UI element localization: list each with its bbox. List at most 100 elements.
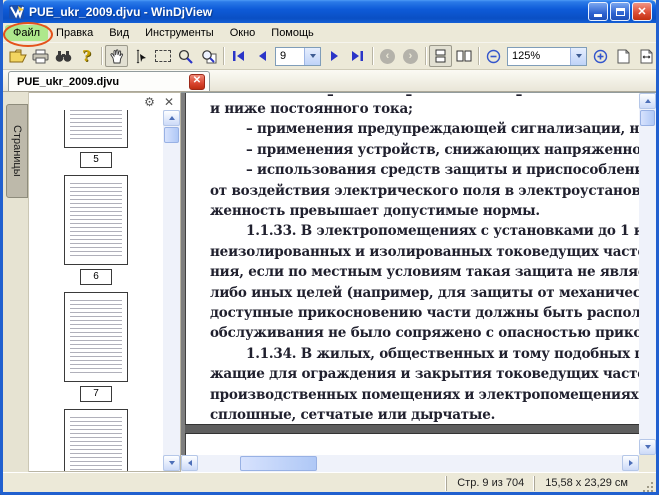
fit-width-icon bbox=[640, 49, 653, 63]
tab-close-button[interactable]: ✕ bbox=[189, 73, 205, 90]
thumbnails-panel: ⚙ ✕ 5678 bbox=[29, 92, 181, 472]
select-rect-button[interactable] bbox=[151, 45, 174, 67]
zoom-in-icon bbox=[593, 49, 608, 63]
printer-icon bbox=[32, 49, 49, 63]
thumbnail-list: 5678 bbox=[29, 110, 163, 471]
magnifier-icon bbox=[178, 49, 193, 64]
fit-width-button[interactable] bbox=[635, 45, 656, 67]
document-tab-bar: PUE_ukr_2009.djvu ✕ bbox=[3, 70, 656, 92]
minimize-button[interactable] bbox=[588, 2, 608, 21]
print-button[interactable] bbox=[29, 45, 52, 67]
magnifier-page-icon bbox=[201, 49, 216, 63]
scrollbar-corner bbox=[639, 455, 656, 472]
page-thumbnail-8[interactable] bbox=[64, 409, 128, 471]
scrollbar-thumb[interactable] bbox=[240, 456, 317, 471]
document-text-line: 1.1.34. В жилых, общественных и тому под… bbox=[246, 345, 639, 362]
sidebar-scrollbar[interactable] bbox=[163, 110, 180, 471]
prev-page-button[interactable] bbox=[250, 45, 273, 67]
page-separator bbox=[185, 424, 639, 434]
menu-item-инструменты[interactable]: Инструменты bbox=[137, 25, 222, 41]
scroll-up-button[interactable] bbox=[639, 93, 656, 109]
page-number-label[interactable]: 5 bbox=[80, 152, 112, 168]
page-number-combo[interactable]: 9 bbox=[275, 46, 321, 66]
scroll-right-button[interactable] bbox=[622, 455, 639, 471]
sidebar-tab-pages[interactable]: Страницы bbox=[6, 104, 28, 198]
arrow-up-icon bbox=[644, 99, 651, 103]
document-tab[interactable]: PUE_ukr_2009.djvu ✕ bbox=[8, 71, 210, 91]
document-horizontal-scrollbar[interactable] bbox=[181, 455, 639, 472]
arrow-down-icon bbox=[168, 461, 175, 465]
scroll-left-button[interactable] bbox=[181, 455, 198, 471]
scrollbar-track[interactable] bbox=[317, 455, 622, 472]
document-tab-label: PUE_ukr_2009.djvu bbox=[17, 75, 120, 88]
scrollbar-track[interactable] bbox=[198, 455, 240, 472]
arrow-right-icon bbox=[628, 460, 633, 466]
scrollbar-thumb[interactable] bbox=[164, 127, 179, 143]
forward-button[interactable]: › bbox=[399, 45, 422, 67]
panel-close-icon[interactable]: ✕ bbox=[164, 96, 174, 108]
page-number-label[interactable]: 7 bbox=[80, 386, 112, 402]
close-button[interactable]: ✕ bbox=[632, 2, 652, 21]
zoom-tool-button[interactable] bbox=[174, 45, 197, 67]
back-button[interactable]: ‹ bbox=[376, 45, 399, 67]
zoom-in-button[interactable] bbox=[589, 45, 612, 67]
panel-settings-gear-icon[interactable]: ⚙ bbox=[144, 96, 155, 108]
zoom-combo[interactable]: 125% bbox=[507, 46, 587, 66]
menu-item-правка[interactable]: Правка bbox=[48, 25, 101, 41]
page-thumbnail-6[interactable] bbox=[64, 175, 128, 265]
binoculars-icon bbox=[55, 50, 72, 62]
help-icon: ? bbox=[82, 47, 91, 65]
open-button[interactable] bbox=[6, 45, 29, 67]
menu-item-помощь[interactable]: Помощь bbox=[263, 25, 322, 41]
facing-pages-icon bbox=[456, 50, 471, 62]
scrollbar-track[interactable] bbox=[639, 127, 656, 439]
scroll-down-button[interactable] bbox=[639, 439, 656, 455]
document-text-line: женность превышает допустимые нормы. bbox=[210, 203, 540, 220]
toolbar-separator bbox=[223, 47, 224, 65]
menu-item-окно[interactable]: Окно bbox=[222, 25, 264, 41]
scrollbar-thumb[interactable] bbox=[640, 110, 655, 126]
zoom-out-button[interactable] bbox=[482, 45, 505, 67]
hand-tool-button[interactable] bbox=[105, 45, 128, 67]
title-bar: PUE_ukr_2009.djvu - WinDjView ✕ bbox=[3, 0, 656, 23]
windjview-app-icon bbox=[9, 4, 24, 19]
next-page-button[interactable] bbox=[323, 45, 346, 67]
thumbnail-text-preview bbox=[70, 417, 122, 471]
thumbnail-text-preview bbox=[70, 110, 122, 141]
document-vertical-scrollbar[interactable] bbox=[639, 93, 656, 455]
about-button[interactable]: ? bbox=[75, 45, 98, 67]
sidebar: Страницы ⚙ ✕ 5678 bbox=[3, 92, 181, 472]
document-page-10-top bbox=[185, 434, 639, 455]
page-thumbnail-5[interactable] bbox=[64, 110, 128, 148]
toolbar-separator bbox=[101, 47, 102, 65]
magnifier-window-button[interactable] bbox=[197, 45, 220, 67]
page-thumbnail-7[interactable] bbox=[64, 292, 128, 382]
find-button[interactable] bbox=[52, 45, 75, 67]
actual-size-button[interactable] bbox=[612, 45, 635, 67]
maximize-button[interactable] bbox=[610, 2, 630, 21]
document-text-line: – применения предупреждающей сигнализаци… bbox=[246, 121, 639, 138]
page-number-value: 9 bbox=[280, 50, 287, 62]
thumbnails-panel-header: ⚙ ✕ bbox=[29, 93, 180, 110]
menu-item-файл[interactable]: Файл bbox=[5, 24, 49, 41]
document-text-line: жащие для ограждения и закрытия токоведу… bbox=[210, 366, 639, 383]
resize-grip[interactable] bbox=[642, 481, 655, 492]
facing-pages-button[interactable] bbox=[452, 45, 475, 67]
zoom-combo-dropdown[interactable] bbox=[570, 47, 586, 65]
single-page-layout-button[interactable] bbox=[429, 45, 452, 67]
menu-item-вид[interactable]: Вид bbox=[101, 25, 137, 41]
arrow-down-icon bbox=[644, 445, 651, 449]
select-text-button[interactable] bbox=[128, 45, 151, 67]
first-page-button[interactable] bbox=[227, 45, 250, 67]
maximize-icon bbox=[615, 7, 625, 16]
document-text-line: 1.1.33. В электропомещениях с установкам… bbox=[246, 223, 639, 240]
open-folder-icon bbox=[9, 49, 27, 63]
page-number-label[interactable]: 6 bbox=[80, 269, 112, 285]
scrollbar-track[interactable] bbox=[163, 144, 180, 455]
sidebar-tab-strip: Страницы bbox=[3, 92, 29, 472]
scroll-up-button[interactable] bbox=[163, 110, 180, 126]
document-text-line: неизолированных и изолированных токоведу… bbox=[210, 243, 639, 260]
last-page-button[interactable] bbox=[346, 45, 369, 67]
scroll-down-button[interactable] bbox=[163, 455, 180, 471]
page-combo-dropdown[interactable] bbox=[304, 47, 320, 65]
